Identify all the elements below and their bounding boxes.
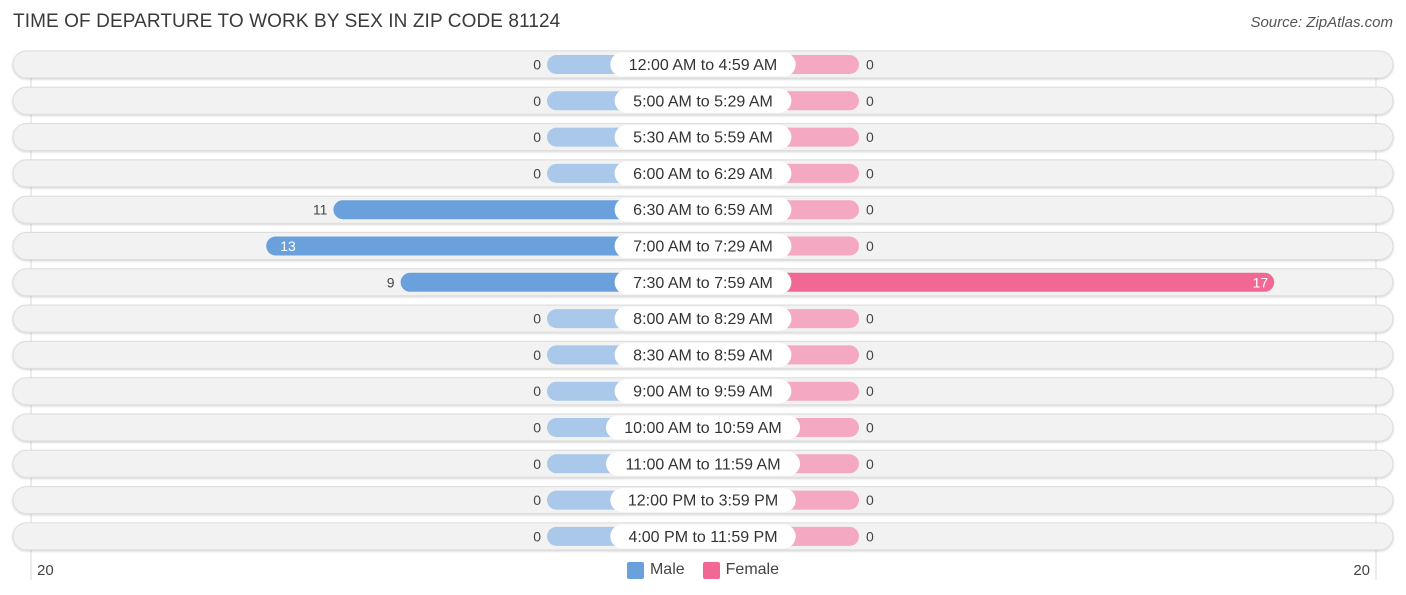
category-label: 11:00 AM to 11:59 AM	[625, 456, 780, 473]
female-value-label: 0	[866, 57, 874, 73]
category-label: 5:00 AM to 5:29 AM	[633, 93, 773, 110]
female-value-label: 0	[866, 528, 874, 544]
category-label: 8:30 AM to 8:59 AM	[633, 347, 773, 364]
legend: Male Female	[0, 561, 1406, 579]
female-value-label: 0	[866, 311, 874, 327]
category-label: 12:00 AM to 4:59 AM	[629, 57, 778, 74]
chart-row: 0 0 8:30 AM to 8:59 AM	[12, 340, 1394, 369]
category-label: 12:00 PM to 3:59 PM	[628, 493, 778, 510]
female-value-label: 0	[866, 129, 874, 145]
chart-row: 0 0 12:00 PM to 3:59 PM	[12, 486, 1394, 515]
female-value-label: 0	[866, 93, 874, 109]
chart-row: 0 0 9:00 AM to 9:59 AM	[12, 377, 1394, 406]
female-value-label: 0	[866, 492, 874, 508]
legend-label-female: Female	[725, 561, 780, 578]
category-label: 7:00 AM to 7:29 AM	[633, 239, 773, 256]
male-value-label: 0	[533, 456, 541, 472]
male-value-label: 0	[533, 165, 541, 181]
male-value-label: 13	[280, 238, 296, 254]
chart-row: 9 17 7:30 AM to 7:59 AM	[12, 268, 1394, 297]
male-value-label: 0	[533, 311, 541, 327]
legend-label-male: Male	[649, 561, 685, 578]
female-value-label: 0	[866, 202, 874, 218]
male-value-label: 0	[533, 93, 541, 109]
male-value-label: 0	[533, 420, 541, 436]
male-value-label: 0	[533, 129, 541, 145]
category-label: 7:30 AM to 7:59 AM	[633, 275, 773, 292]
chart-row: 11 0 6:30 AM to 6:59 AM	[12, 195, 1394, 224]
male-value-label: 0	[533, 383, 541, 399]
category-label: 8:00 AM to 8:29 AM	[633, 311, 773, 328]
female-value-label: 0	[866, 420, 874, 436]
chart-row: 0 0 5:30 AM to 5:59 AM	[12, 123, 1394, 152]
chart-row: 0 0 5:00 AM to 5:29 AM	[12, 86, 1394, 115]
chart-row: 0 0 4:00 PM to 11:59 PM	[12, 522, 1394, 551]
male-swatch-icon	[626, 561, 644, 579]
chart-canvas: 0 0 12:00 AM to 4:59 AM 0 0 5:00 AM to 5:29 A…	[12, 50, 1394, 580]
category-label: 10:00 AM to 10:59 AM	[624, 420, 781, 437]
category-label: 6:00 AM to 6:29 AM	[633, 166, 773, 183]
legend-item-female: Female	[702, 561, 780, 579]
chart-row: 0 0 10:00 AM to 10:59 AM	[12, 413, 1394, 442]
male-value-label: 11	[313, 202, 328, 218]
chart-row: 0 0 11:00 AM to 11:59 AM	[12, 449, 1394, 478]
female-value-label: 0	[866, 456, 874, 472]
female-value-label: 0	[866, 347, 874, 363]
chart-row: 0 0 12:00 AM to 4:59 AM	[12, 50, 1394, 79]
female-value-label: 17	[1253, 274, 1269, 290]
category-label: 9:00 AM to 9:59 AM	[633, 384, 773, 401]
chart-row: 0 0 6:00 AM to 6:29 AM	[12, 159, 1394, 188]
male-value-label: 0	[533, 528, 541, 544]
female-value-label: 0	[866, 165, 874, 181]
female-value-label: 0	[866, 383, 874, 399]
female-value-label: 0	[866, 238, 874, 254]
male-value-label: 9	[387, 274, 395, 290]
male-value-label: 0	[533, 347, 541, 363]
category-label: 6:30 AM to 6:59 AM	[633, 202, 773, 219]
legend-item-male: Male	[626, 561, 685, 579]
male-value-label: 0	[533, 57, 541, 73]
chart-row: 13 0 7:00 AM to 7:29 AM	[12, 232, 1394, 260]
chart-row: 0 0 8:00 AM to 8:29 AM	[12, 304, 1394, 333]
category-label: 4:00 PM to 11:59 PM	[628, 529, 777, 546]
male-value-label: 0	[533, 492, 541, 508]
female-swatch-icon	[702, 561, 720, 579]
category-label: 5:30 AM to 5:59 AM	[633, 130, 773, 147]
